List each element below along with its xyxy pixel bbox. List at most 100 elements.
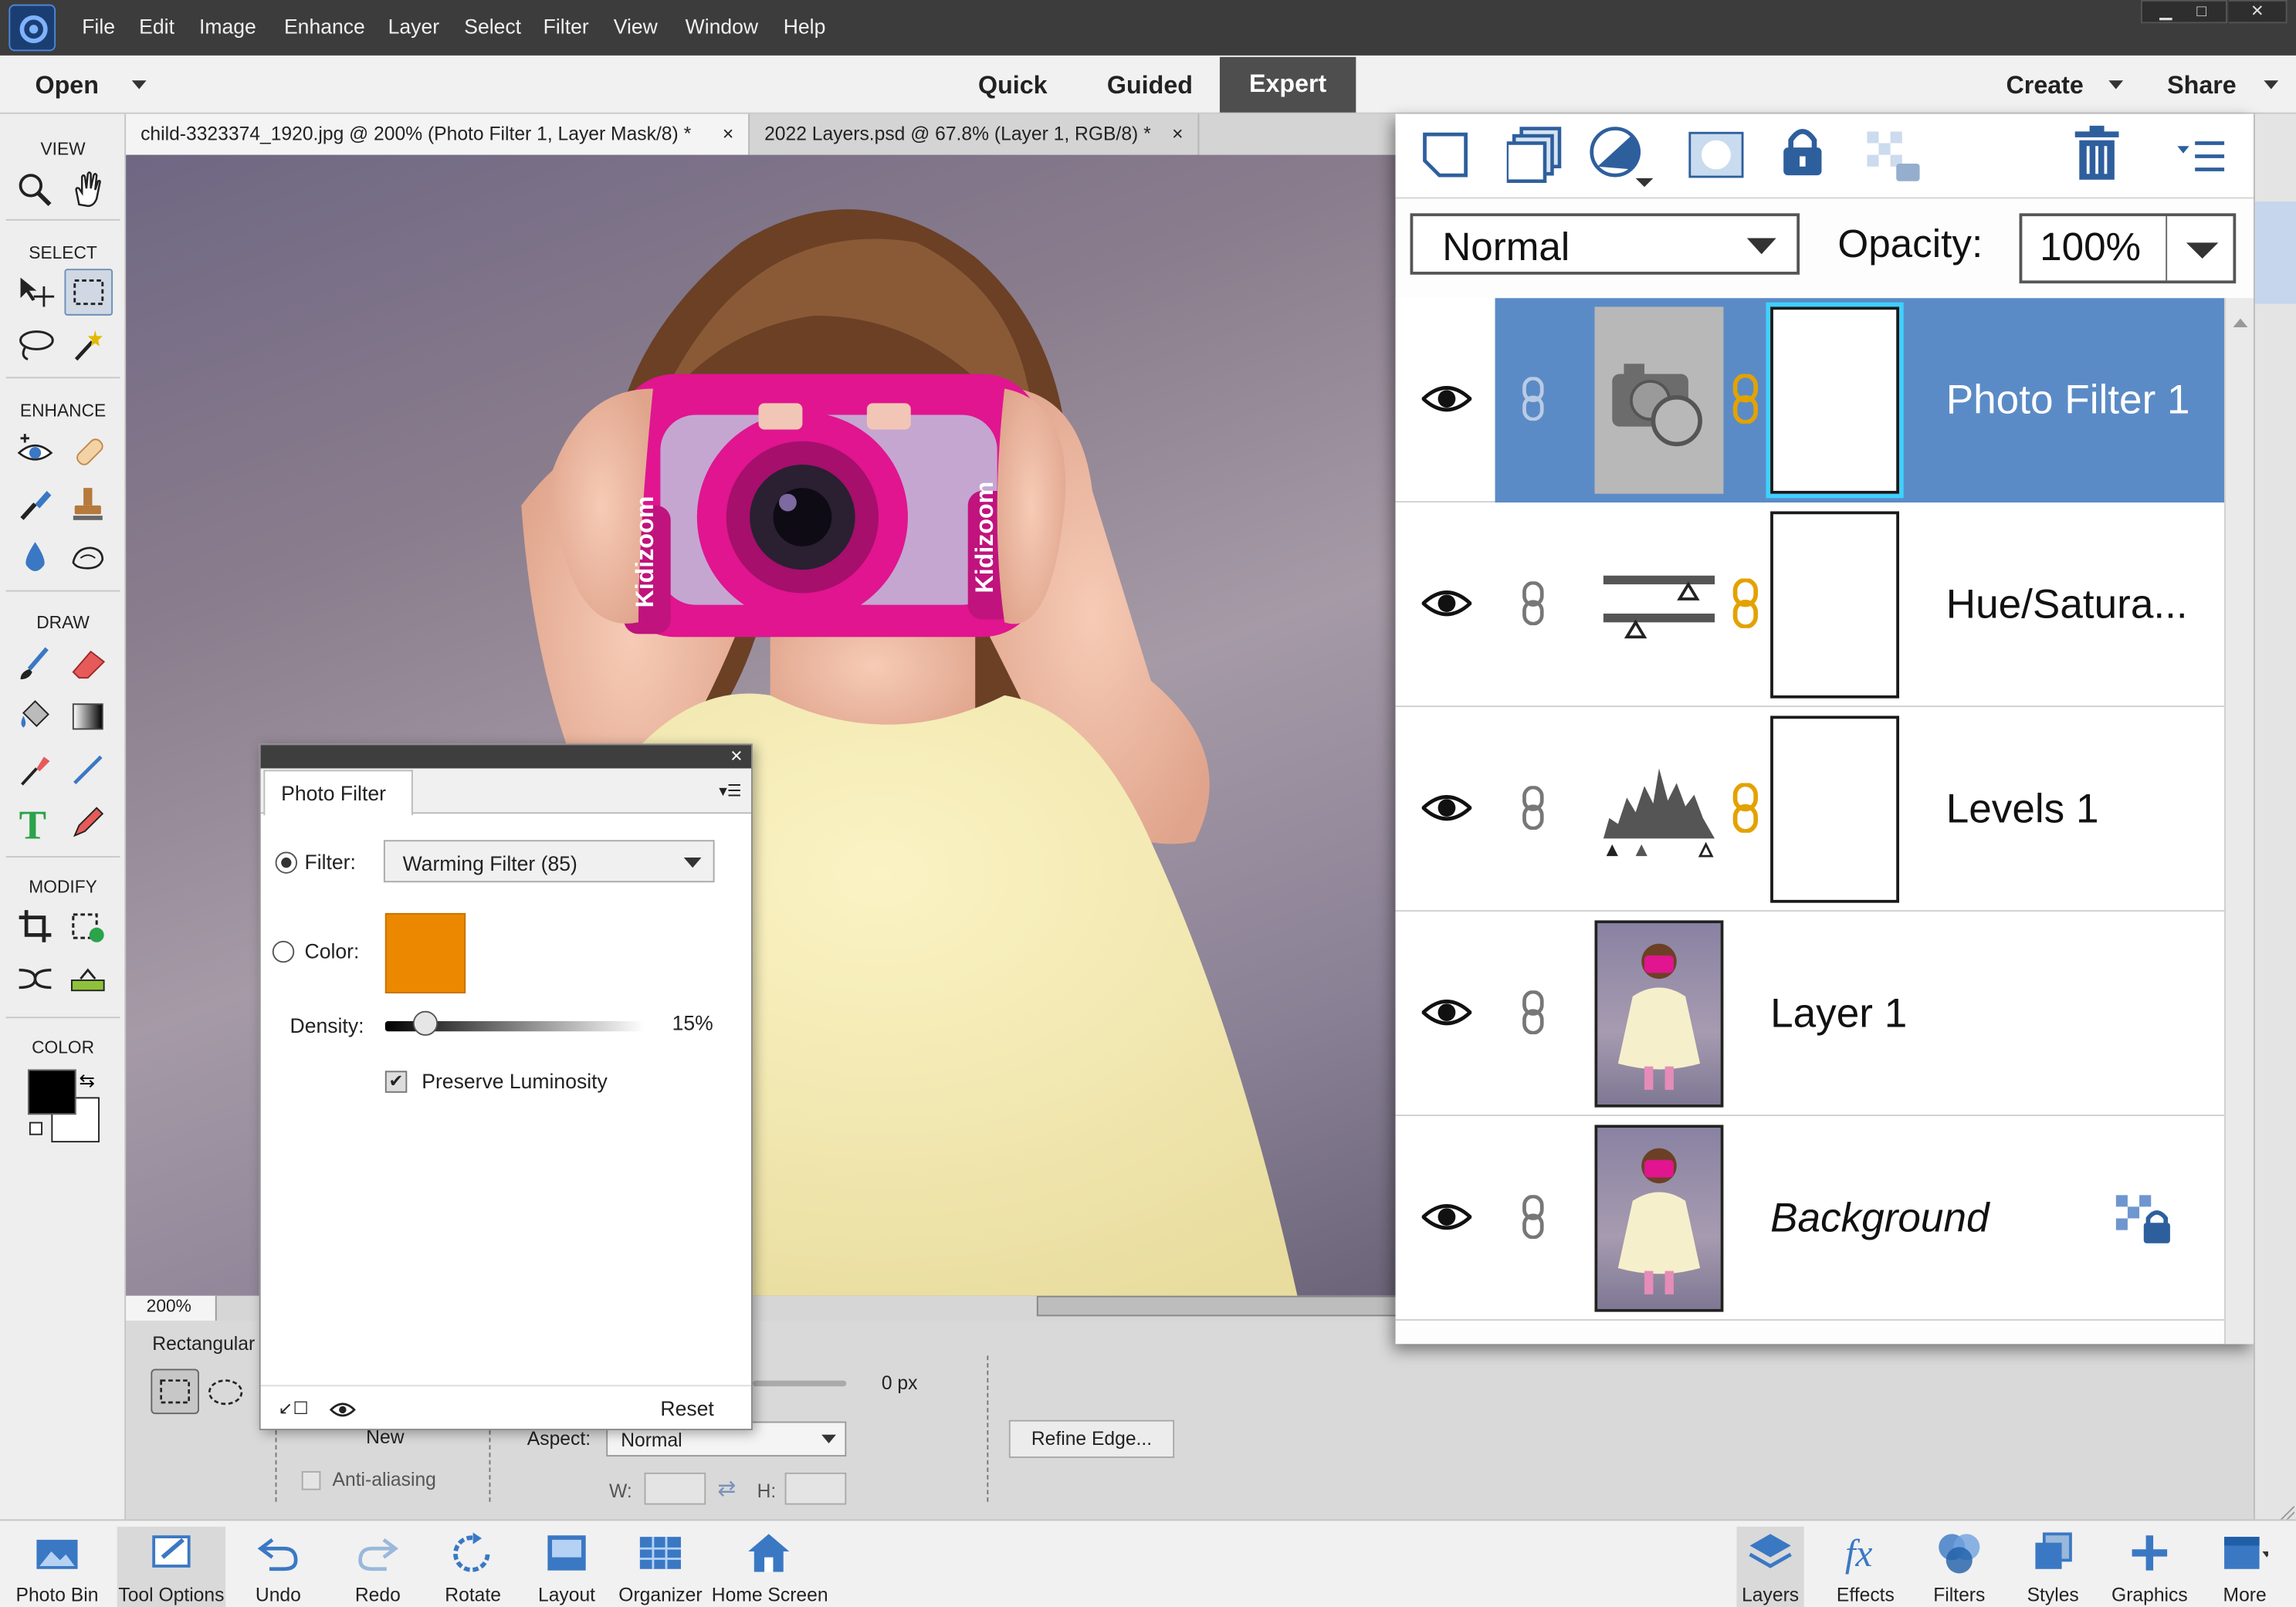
preserve-luminosity-checkbox[interactable]: ✔ bbox=[384, 1071, 408, 1093]
content-aware-move-icon[interactable] bbox=[15, 959, 56, 1000]
default-colors-icon[interactable] bbox=[29, 1122, 43, 1135]
eraser-tool-icon[interactable] bbox=[67, 643, 108, 684]
red-eye-tool-icon[interactable] bbox=[15, 431, 56, 472]
layers-panel-button[interactable]: Layers bbox=[1736, 1526, 1804, 1607]
paint-bucket-icon[interactable] bbox=[15, 695, 56, 736]
tab-photo-filter[interactable]: Photo Filter bbox=[263, 770, 413, 816]
graphics-panel-button[interactable]: Graphics bbox=[2105, 1527, 2193, 1607]
menu-image[interactable]: Image bbox=[199, 15, 256, 38]
filters-panel-button[interactable]: Filters bbox=[1921, 1527, 1997, 1607]
maximize-button[interactable]: □ bbox=[2177, 0, 2227, 24]
panel-menu-icon[interactable]: ▾☰ bbox=[719, 782, 741, 800]
close-tab-2-icon[interactable]: × bbox=[1172, 114, 1183, 155]
layer-name[interactable]: Background bbox=[1770, 1195, 1989, 1242]
resize-grip-icon[interactable] bbox=[2279, 1502, 2295, 1521]
lock-all-icon[interactable] bbox=[1779, 126, 1826, 186]
layers-panel-menu-icon[interactable] bbox=[2177, 140, 2230, 186]
styles-panel-button[interactable]: Styles bbox=[2015, 1527, 2091, 1607]
anti-aliasing-checkbox[interactable] bbox=[301, 1470, 321, 1490]
sponge-tool-icon[interactable] bbox=[67, 536, 108, 577]
open-button[interactable]: Open bbox=[36, 72, 99, 101]
layer-mask-thumbnail[interactable] bbox=[1770, 511, 1900, 699]
opacity-dropdown-icon[interactable] bbox=[2186, 242, 2219, 259]
menu-select[interactable]: Select bbox=[464, 15, 521, 38]
eyedropper-icon[interactable] bbox=[15, 749, 56, 790]
close-tab-1-icon[interactable]: × bbox=[723, 114, 733, 155]
link-icon[interactable] bbox=[1522, 581, 1545, 626]
menu-layer[interactable]: Layer bbox=[388, 15, 439, 38]
delete-layer-icon[interactable] bbox=[2074, 125, 2119, 188]
foreground-color-swatch[interactable] bbox=[28, 1069, 76, 1115]
layer-mask-icon[interactable] bbox=[1688, 131, 1744, 185]
menu-help[interactable]: Help bbox=[784, 15, 826, 38]
line-tool-icon[interactable] bbox=[67, 749, 108, 790]
color-radio[interactable] bbox=[272, 940, 295, 963]
smart-brush-icon[interactable] bbox=[15, 483, 56, 524]
redo-button[interactable]: Redo bbox=[334, 1527, 422, 1607]
adjustment-layer-icon[interactable] bbox=[1589, 126, 1656, 195]
visibility-eye-icon[interactable] bbox=[1421, 383, 1472, 415]
pencil-tool-icon[interactable] bbox=[67, 802, 108, 843]
layer-mask-thumbnail[interactable] bbox=[1770, 716, 1900, 903]
visibility-eye-icon[interactable] bbox=[1421, 996, 1472, 1029]
feather-slider[interactable] bbox=[752, 1380, 847, 1387]
crop-tool-icon[interactable] bbox=[15, 905, 56, 946]
new-group-icon[interactable] bbox=[1505, 126, 1566, 191]
hand-tool-icon[interactable] bbox=[67, 170, 108, 211]
tab-document-1[interactable]: child-3323374_1920.jpg @ 200% (Photo Fil… bbox=[126, 113, 750, 155]
effects-panel-button[interactable]: fx Effects bbox=[1827, 1527, 1904, 1607]
photo-bin-button[interactable]: Photo Bin bbox=[6, 1527, 109, 1607]
new-layer-icon[interactable] bbox=[1419, 129, 1471, 189]
mode-guided[interactable]: Guided bbox=[1107, 72, 1193, 101]
rect-marquee-option[interactable] bbox=[151, 1368, 199, 1415]
marquee-tool-icon[interactable] bbox=[64, 269, 113, 316]
link-icon[interactable] bbox=[1522, 786, 1545, 831]
layer-name[interactable]: Photo Filter 1 bbox=[1946, 377, 2190, 424]
mode-expert[interactable]: Expert bbox=[1219, 56, 1356, 113]
straighten-tool-icon[interactable] bbox=[67, 959, 108, 1000]
width-input[interactable] bbox=[644, 1472, 706, 1505]
tool-options-button[interactable]: Tool Options bbox=[117, 1526, 226, 1607]
layer-row-levels[interactable]: Levels 1 bbox=[1395, 707, 2225, 912]
opacity-field[interactable]: 100% bbox=[2019, 213, 2237, 284]
clone-stamp-icon[interactable] bbox=[67, 483, 108, 524]
zoom-level[interactable]: 200% bbox=[126, 1295, 217, 1321]
close-window-button[interactable]: ✕ bbox=[2228, 0, 2288, 24]
opacity-value[interactable]: 100% bbox=[2040, 225, 2141, 270]
magic-wand-icon[interactable] bbox=[67, 324, 108, 365]
menu-window[interactable]: Window bbox=[686, 15, 758, 38]
clip-to-layer-icon[interactable]: ↙☐ bbox=[278, 1398, 308, 1418]
filter-radio[interactable] bbox=[275, 851, 298, 874]
mask-link-icon[interactable] bbox=[1732, 374, 1759, 424]
visibility-eye-icon[interactable] bbox=[1421, 792, 1472, 824]
mask-link-icon[interactable] bbox=[1732, 783, 1759, 833]
rotate-button[interactable]: Rotate bbox=[428, 1527, 519, 1607]
refine-edge-button[interactable]: Refine Edge... bbox=[1008, 1419, 1175, 1458]
filter-color-swatch[interactable] bbox=[384, 912, 466, 994]
share-button[interactable]: Share bbox=[2167, 72, 2237, 101]
link-icon[interactable] bbox=[1522, 377, 1545, 421]
layer-row-photo-filter[interactable]: Photo Filter 1 bbox=[1395, 298, 2225, 503]
link-icon[interactable] bbox=[1522, 1195, 1545, 1240]
menu-enhance[interactable]: Enhance bbox=[284, 15, 365, 38]
mask-link-icon[interactable] bbox=[1732, 578, 1759, 628]
dialog-close-icon[interactable]: × bbox=[730, 743, 743, 766]
layer-name[interactable]: Hue/Satura... bbox=[1946, 581, 2188, 628]
layer-row-hue-saturation[interactable]: Hue/Satura... bbox=[1395, 502, 2225, 708]
layer-row-background[interactable]: Background bbox=[1395, 1116, 2225, 1321]
height-input[interactable] bbox=[784, 1472, 847, 1505]
menu-file[interactable]: File bbox=[82, 15, 115, 38]
layers-scrollbar[interactable] bbox=[2224, 298, 2254, 1345]
more-panels-button[interactable]: More bbox=[2205, 1527, 2284, 1607]
healing-brush-icon[interactable] bbox=[67, 431, 108, 472]
lock-transparent-icon[interactable] bbox=[1867, 131, 1922, 191]
home-screen-button[interactable]: Home Screen bbox=[712, 1527, 828, 1607]
density-slider-thumb[interactable] bbox=[412, 1010, 438, 1036]
visibility-eye-icon[interactable] bbox=[1421, 587, 1472, 620]
tab-document-2[interactable]: 2022 Layers.psd @ 67.8% (Layer 1, RGB/8)… bbox=[750, 113, 1200, 155]
organizer-button[interactable]: Organizer bbox=[615, 1527, 706, 1607]
type-tool-icon[interactable]: T bbox=[15, 802, 56, 847]
layer-name[interactable]: Layer 1 bbox=[1770, 990, 1907, 1037]
menu-filter[interactable]: Filter bbox=[544, 15, 589, 38]
elliptical-marquee-option[interactable] bbox=[205, 1375, 246, 1414]
